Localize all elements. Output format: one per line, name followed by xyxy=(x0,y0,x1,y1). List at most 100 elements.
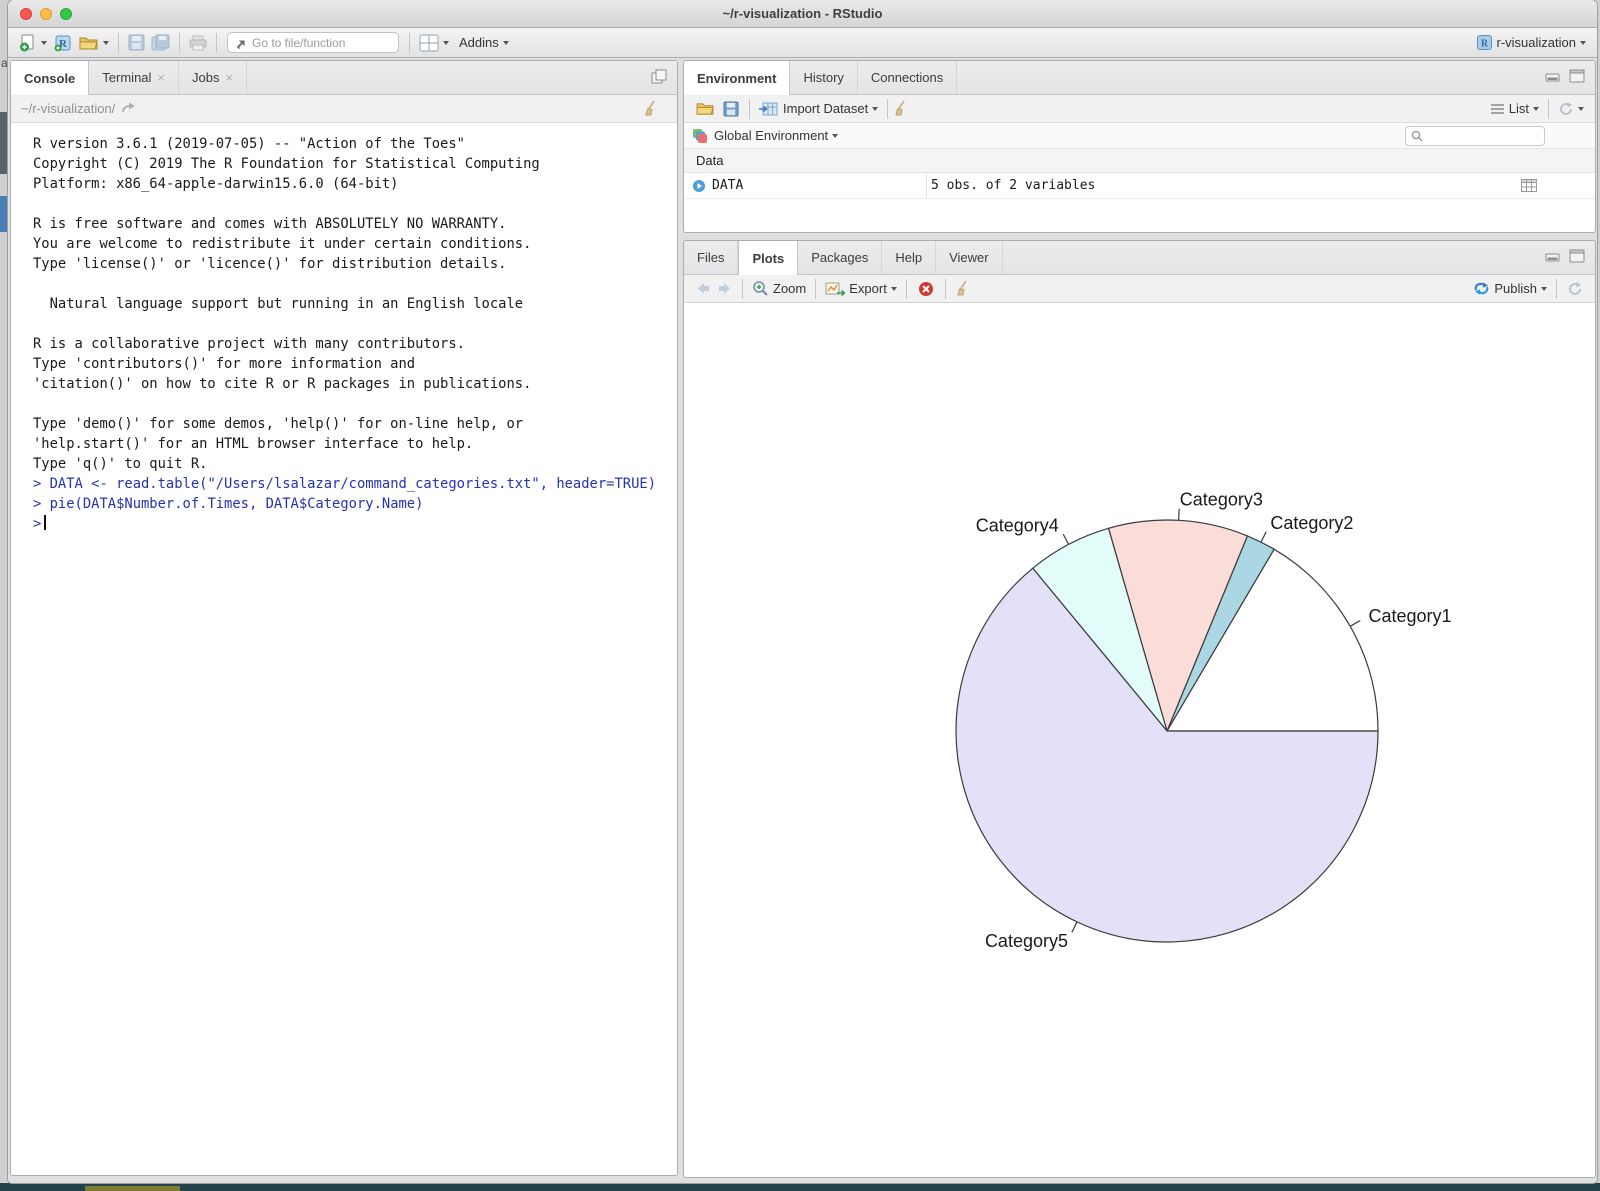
object-summary: 5 obs. of 2 variables xyxy=(927,178,1095,193)
remove-plot-icon[interactable] xyxy=(918,281,934,297)
close-icon[interactable]: × xyxy=(225,70,233,85)
open-in-window-icon[interactable] xyxy=(121,102,136,115)
toolbar-separator xyxy=(1548,99,1549,119)
minimize-pane-icon[interactable] xyxy=(1545,69,1561,83)
background-dock-fragment xyxy=(85,1186,180,1191)
new-project-icon: R xyxy=(53,33,73,53)
chevron-down-icon xyxy=(41,41,47,45)
save-button[interactable] xyxy=(128,34,145,51)
toolbar-separator xyxy=(118,33,119,53)
main-toolbar: R Addins R xyxy=(8,28,1597,58)
toolbar-separator xyxy=(749,99,750,119)
print-button[interactable] xyxy=(189,35,207,51)
tab-packages[interactable]: Packages xyxy=(798,241,882,274)
close-icon[interactable]: × xyxy=(157,70,165,85)
environment-search-input[interactable] xyxy=(1427,129,1539,143)
new-file-icon xyxy=(19,34,37,52)
expand-object-icon[interactable] xyxy=(692,179,706,193)
maximize-pane-icon[interactable] xyxy=(1569,249,1585,263)
addins-menu[interactable]: Addins xyxy=(455,35,509,50)
tab-label: History xyxy=(803,70,843,85)
save-icon xyxy=(128,34,145,51)
list-icon xyxy=(1490,103,1505,115)
export-plot-button[interactable]: Export xyxy=(825,281,897,297)
zoom-magnifier-icon xyxy=(752,280,769,297)
clear-console-icon[interactable] xyxy=(644,100,661,117)
goto-file-box[interactable] xyxy=(227,32,399,53)
new-project-button[interactable]: R xyxy=(53,33,73,53)
toolbar-separator xyxy=(906,279,907,299)
new-file-button[interactable] xyxy=(19,34,47,52)
view-data-icon[interactable] xyxy=(1521,179,1537,192)
refresh-plot-icon[interactable] xyxy=(1567,281,1583,297)
import-dataset-button[interactable]: Import Dataset xyxy=(759,101,878,117)
next-plot-icon[interactable] xyxy=(718,282,732,295)
tab-jobs[interactable]: Jobs × xyxy=(179,61,247,94)
save-all-icon xyxy=(151,34,170,51)
chevron-down-icon xyxy=(872,107,878,111)
maximize-pane-icon[interactable] xyxy=(1569,69,1585,83)
console-prompt: > xyxy=(33,476,41,492)
publish-label: Publish xyxy=(1494,281,1537,296)
panes-grid-icon xyxy=(419,34,439,52)
tab-label: Help xyxy=(895,250,922,265)
maximize-pane-icon[interactable] xyxy=(651,69,667,84)
project-cube-icon: R xyxy=(1476,34,1493,51)
tab-console[interactable]: Console xyxy=(11,61,89,95)
save-workspace-icon[interactable] xyxy=(723,101,739,117)
object-row-DATA[interactable]: DATA 5 obs. of 2 variables xyxy=(684,173,1595,199)
project-name: r-visualization xyxy=(1497,35,1576,50)
clear-plots-icon[interactable] xyxy=(956,280,973,297)
list-view-dropdown[interactable]: List xyxy=(1490,101,1539,116)
open-file-button[interactable] xyxy=(79,35,109,51)
load-workspace-icon[interactable] xyxy=(696,101,715,116)
previous-plot-icon[interactable] xyxy=(696,282,710,295)
tab-connections[interactable]: Connections xyxy=(858,61,957,94)
goto-arrow-icon xyxy=(234,36,247,49)
console-prompt-line[interactable]: > xyxy=(33,514,677,534)
export-label: Export xyxy=(849,281,887,296)
chevron-down-icon xyxy=(1578,107,1584,111)
chevron-down-icon xyxy=(443,41,449,45)
project-menu[interactable]: R r-visualization xyxy=(1476,34,1586,51)
console-command: DATA <- read.table("/Users/lsalazar/comm… xyxy=(50,476,656,492)
environment-search-box[interactable] xyxy=(1405,126,1545,146)
search-icon xyxy=(1411,130,1423,142)
pie-label-Category1: Category1 xyxy=(1369,606,1452,626)
tab-history[interactable]: History xyxy=(790,61,857,94)
tab-help[interactable]: Help xyxy=(882,241,936,274)
object-name: DATA xyxy=(712,178,743,193)
workspace-panes-button[interactable] xyxy=(419,34,449,52)
save-all-button[interactable] xyxy=(151,34,170,51)
tab-plots[interactable]: Plots xyxy=(738,241,798,275)
pie-label-Category3: Category3 xyxy=(1180,489,1263,509)
global-environment-dropdown[interactable]: Global Environment xyxy=(714,128,838,143)
publish-button[interactable]: Publish xyxy=(1473,281,1547,296)
working-directory: ~/r-visualization/ xyxy=(21,101,115,116)
data-section-header: Data xyxy=(684,149,1595,173)
tab-files[interactable]: Files xyxy=(684,241,738,274)
console-output-area[interactable]: R version 3.6.1 (2019-07-05) -- "Action … xyxy=(11,124,677,1175)
tab-label: Connections xyxy=(871,70,943,85)
tab-environment[interactable]: Environment xyxy=(684,61,790,95)
addins-label: Addins xyxy=(459,35,499,50)
tab-label: Terminal xyxy=(102,70,151,85)
clear-objects-icon[interactable] xyxy=(894,100,911,117)
tab-viewer[interactable]: Viewer xyxy=(936,241,1003,274)
tab-label: Packages xyxy=(811,250,868,265)
chevron-down-icon xyxy=(1580,41,1586,45)
zoom-label: Zoom xyxy=(773,281,806,296)
console-command-line: > DATA <- read.table("/Users/lsalazar/co… xyxy=(33,474,677,494)
console-command: pie(DATA$Number.of.Times, DATA$Category.… xyxy=(50,496,424,512)
refresh-environment-button[interactable] xyxy=(1558,101,1584,117)
pie-label-tick xyxy=(1350,621,1360,627)
tab-terminal[interactable]: Terminal × xyxy=(89,61,179,94)
minimize-pane-icon[interactable] xyxy=(1545,249,1561,263)
pie-label-Category5: Category5 xyxy=(985,931,1068,951)
zoom-plot-button[interactable]: Zoom xyxy=(752,280,806,297)
chevron-down-icon xyxy=(1533,107,1539,111)
title-bar[interactable]: ~/r-visualization - RStudio xyxy=(8,0,1597,28)
goto-file-input[interactable] xyxy=(252,36,392,50)
environment-scope-row: Global Environment xyxy=(684,123,1595,149)
toolbar-separator xyxy=(409,33,410,53)
